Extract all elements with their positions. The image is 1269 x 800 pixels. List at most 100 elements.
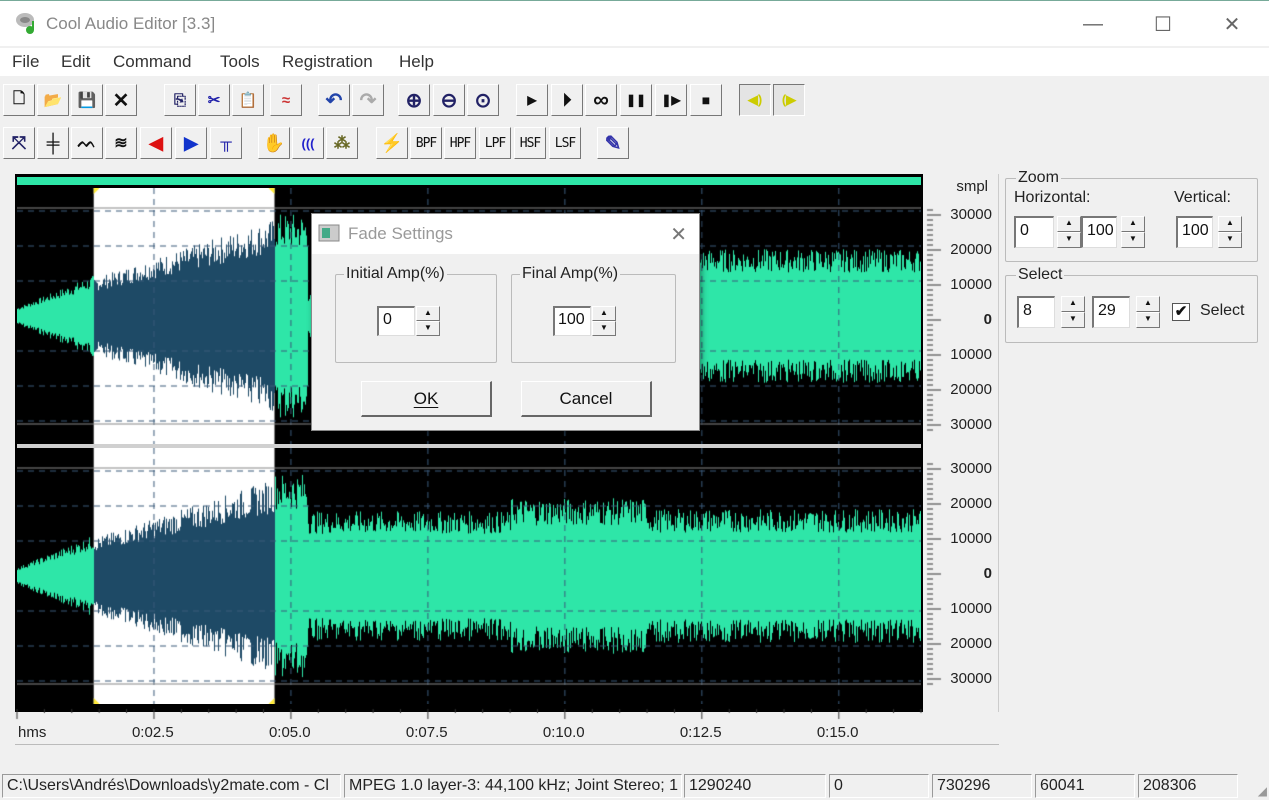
amplitude-tick-label: 30000: [950, 670, 992, 687]
lpf-button[interactable]: LPF: [479, 127, 511, 159]
final-amp-label: Final Amp(%): [520, 265, 621, 283]
spin-up-icon[interactable]: ▲: [1057, 216, 1081, 232]
final-amp-field[interactable]: 100: [553, 306, 591, 336]
spin-up-icon[interactable]: ▲: [1061, 296, 1085, 312]
dialog-close-button[interactable]: ✕: [670, 222, 687, 247]
hsf-button[interactable]: HSF: [514, 127, 546, 159]
menu-edit[interactable]: Edit: [61, 52, 90, 72]
play-from-cursor-button[interactable]: ❚▶: [655, 84, 687, 116]
ok-button[interactable]: OK: [361, 381, 492, 417]
status-position: 730296: [932, 774, 1032, 798]
close-window-button[interactable]: ✕: [1212, 9, 1252, 39]
resize-grip-icon[interactable]: ◢: [1258, 784, 1267, 798]
horizontal-to-spinner[interactable]: ▲ ▼: [1121, 216, 1145, 248]
horizontal-from-spinner[interactable]: ▲ ▼: [1057, 216, 1081, 248]
left-channel-button[interactable]: ◀): [739, 84, 771, 116]
cut-button[interactable]: ✂: [198, 84, 230, 116]
initial-amp-spinner[interactable]: ▲ ▼: [416, 306, 440, 336]
undo-button[interactable]: ↶: [318, 84, 350, 116]
menu-bar: File Edit Command Tools Registration Hel…: [0, 48, 1269, 76]
overview-bar[interactable]: [17, 177, 921, 185]
zoom-out-button[interactable]: ⊖: [433, 84, 465, 116]
spin-up-icon[interactable]: ▲: [592, 306, 616, 321]
select-from-spinner[interactable]: ▲ ▼: [1061, 296, 1085, 328]
right-channel-button[interactable]: (▶: [773, 84, 805, 116]
spin-down-icon[interactable]: ▼: [1061, 312, 1085, 328]
zoom-fit-button[interactable]: ⊙: [467, 84, 499, 116]
hpf-button[interactable]: HPF: [444, 127, 476, 159]
time-tick-label: 0:02.5: [131, 724, 174, 741]
status-bar: C:\Users\Andrés\Downloads\y2mate.com - C…: [0, 772, 1269, 800]
fade-in-button[interactable]: ◀: [140, 127, 172, 159]
select-checkbox-label[interactable]: Select: [1200, 302, 1244, 320]
pause-button[interactable]: ❚❚: [620, 84, 652, 116]
menu-registration[interactable]: Registration: [282, 52, 373, 72]
spin-down-icon[interactable]: ▼: [1136, 312, 1160, 328]
stop-button[interactable]: ■: [690, 84, 722, 116]
lsf-button[interactable]: LSF: [549, 127, 581, 159]
mix-paste-button[interactable]: ≈: [270, 84, 302, 116]
menu-file[interactable]: File: [12, 52, 39, 72]
effects-button[interactable]: ⚡: [376, 127, 408, 159]
open-button[interactable]: 📂: [37, 84, 69, 116]
loop-button[interactable]: ∞: [585, 84, 617, 116]
channel-right-track[interactable]: [17, 448, 921, 704]
initial-amp-field[interactable]: 0: [377, 306, 415, 336]
spin-up-icon[interactable]: ▲: [1136, 296, 1160, 312]
echo-button[interactable]: (((: [292, 127, 324, 159]
save-button[interactable]: 💾: [71, 84, 103, 116]
spin-up-icon[interactable]: ▲: [416, 306, 440, 321]
paste-button[interactable]: 📋: [232, 84, 264, 116]
spin-down-icon[interactable]: ▼: [416, 321, 440, 336]
spin-down-icon[interactable]: ▼: [592, 321, 616, 336]
menu-help[interactable]: Help: [399, 52, 434, 72]
select-checkbox[interactable]: ✔: [1172, 303, 1190, 321]
select-panel: Select 8 ▲ ▼ 29 ▲ ▼ ✔ Select: [1005, 266, 1258, 343]
scissors-icon: ✂: [207, 92, 221, 109]
play-circle-icon: ⏵: [562, 89, 572, 110]
fade-out-button[interactable]: ▶: [175, 127, 207, 159]
menu-tools[interactable]: Tools: [220, 52, 260, 72]
horizontal-to-field[interactable]: 100: [1081, 216, 1117, 248]
zoom-in-button[interactable]: ⊕: [398, 84, 430, 116]
speaker-right-icon: (▶: [781, 92, 797, 107]
vertical-spinner[interactable]: ▲ ▼: [1218, 216, 1242, 248]
noise-button[interactable]: ᨓ: [71, 127, 103, 159]
final-amp-spinner[interactable]: ▲ ▼: [592, 306, 616, 336]
reverse-button[interactable]: ⁂: [326, 127, 358, 159]
expand-button[interactable]: ⤧: [3, 127, 35, 159]
echo-icon: (((: [301, 135, 315, 151]
minimize-button[interactable]: —: [1073, 9, 1113, 39]
zoom-out-icon: ⊖: [440, 89, 458, 112]
copy-button[interactable]: ⎘: [164, 84, 196, 116]
select-to-field[interactable]: 29: [1092, 296, 1130, 328]
spin-up-icon[interactable]: ▲: [1121, 216, 1145, 232]
spin-down-icon[interactable]: ▼: [1121, 232, 1145, 248]
close-file-button[interactable]: ✕: [105, 84, 137, 116]
select-from-field[interactable]: 8: [1017, 296, 1055, 328]
play-selection-button[interactable]: ⏵: [551, 84, 583, 116]
new-button[interactable]: 🗋: [3, 84, 35, 116]
hand-tool-button[interactable]: ✋: [258, 127, 290, 159]
flatten-button[interactable]: ≋: [105, 127, 137, 159]
title-bar: Cool Audio Editor [3.3] — ☐ ✕: [0, 0, 1269, 46]
spin-down-icon[interactable]: ▼: [1218, 232, 1242, 248]
spin-up-icon[interactable]: ▲: [1218, 216, 1242, 232]
zoom-panel: Zoom Horizontal: Vertical: 0 ▲ ▼ 100 ▲ ▼ 1…: [1005, 169, 1258, 262]
checkmark-icon: ✔: [1174, 303, 1188, 320]
open-folder-icon: 📂: [43, 92, 63, 109]
bpf-button[interactable]: BPF: [410, 127, 442, 159]
select-to-spinner[interactable]: ▲ ▼: [1136, 296, 1160, 328]
horizontal-from-field[interactable]: 0: [1014, 216, 1054, 248]
play-button[interactable]: ▶: [516, 84, 548, 116]
normalize-button[interactable]: ╥: [210, 127, 242, 159]
dialog-title-bar[interactable]: Fade Settings ✕: [312, 214, 699, 254]
cancel-button[interactable]: Cancel: [521, 381, 652, 417]
spin-down-icon[interactable]: ▼: [1057, 232, 1081, 248]
edit-properties-button[interactable]: ✎: [597, 127, 629, 159]
maximize-button[interactable]: ☐: [1143, 9, 1183, 39]
insert-silence-button[interactable]: ╪: [37, 127, 69, 159]
amplitude-tick-label: 0: [983, 565, 992, 582]
menu-command[interactable]: Command: [113, 52, 191, 72]
vertical-field[interactable]: 100: [1176, 216, 1213, 248]
